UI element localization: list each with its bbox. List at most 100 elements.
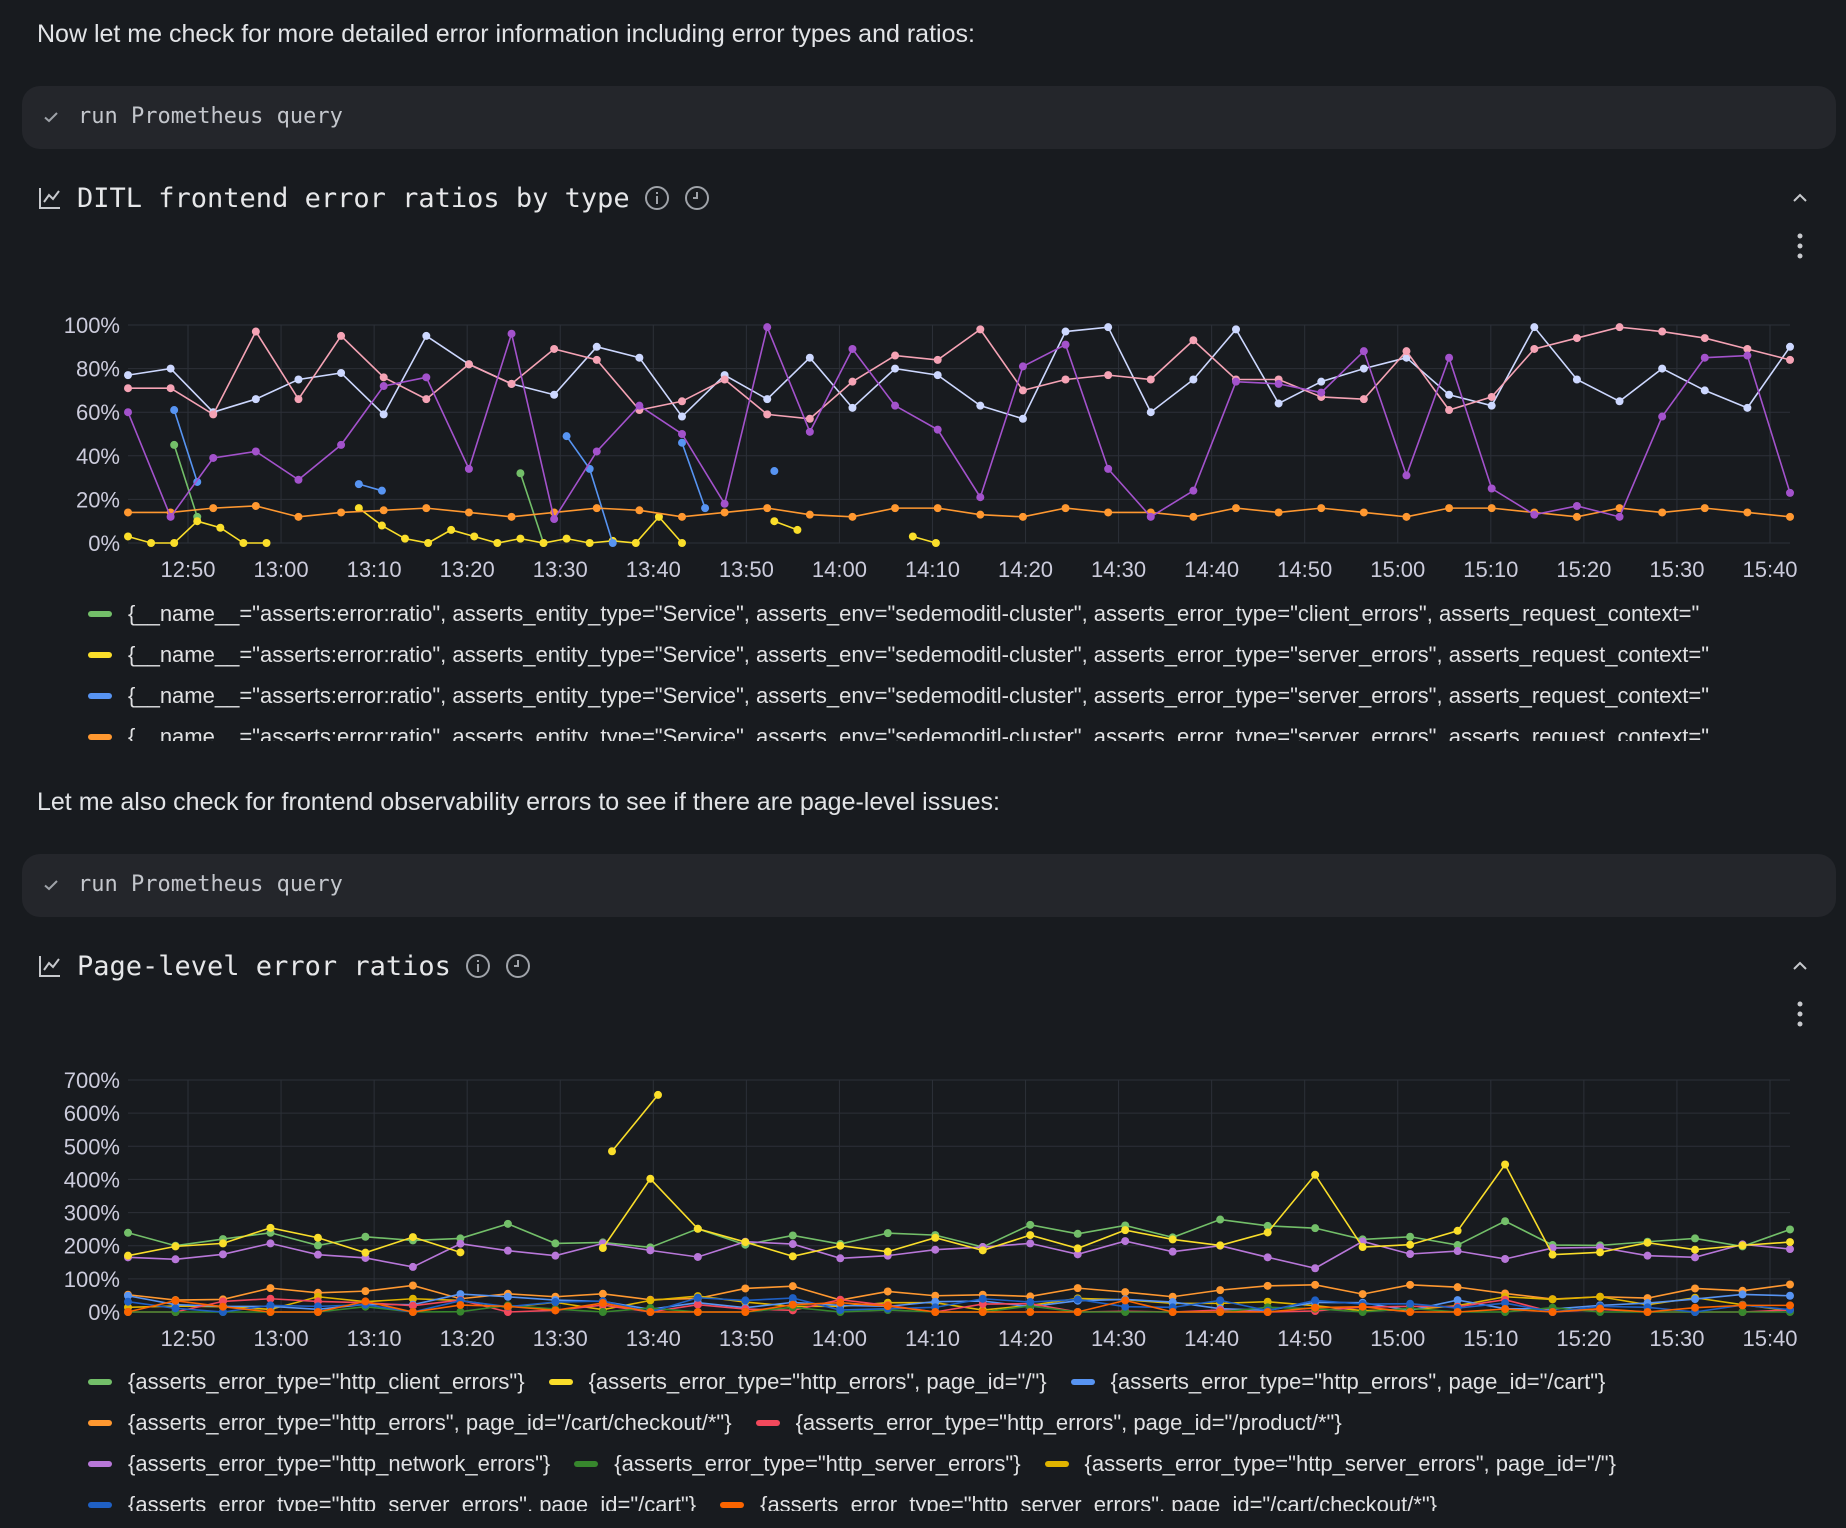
series-3-point [1700, 504, 1709, 513]
extra-series-2-point [592, 447, 601, 456]
page-series-5-point [171, 1255, 180, 1264]
page-series-9-point [361, 1297, 370, 1306]
extra-series-1-point [294, 395, 303, 404]
extra-series-0-point [124, 371, 132, 380]
page-series-5-point [1121, 1237, 1130, 1246]
x-tick-label: 15:40 [1742, 557, 1797, 582]
spike-series-point [654, 1090, 662, 1099]
tool-call-1[interactable]: run Prometheus query [22, 86, 1836, 149]
legend-item[interactable]: {asserts_error_type="http_errors", page_… [88, 1410, 732, 1436]
chevron-up-icon[interactable] [1790, 188, 1810, 208]
page-series-9-point [741, 1308, 750, 1316]
series-3-point [1018, 512, 1027, 521]
extra-series-2-point [678, 430, 686, 438]
page-series-1-point [1786, 1238, 1794, 1247]
extra-series-2-point [1743, 351, 1752, 360]
extra-series-2-point [1402, 471, 1411, 480]
page-series-5-point [503, 1246, 512, 1255]
chevron-up-icon[interactable] [1790, 956, 1810, 976]
extra-series-0-point [1743, 403, 1752, 412]
legend-item[interactable]: {__name__="asserts:error:ratio", asserts… [88, 634, 1808, 675]
extra-series-2-point [976, 493, 985, 502]
info-icon[interactable] [644, 185, 670, 211]
page-series-1-point [1168, 1235, 1177, 1244]
legend-item[interactable]: {__name__="asserts:error:ratio", asserts… [88, 675, 1808, 716]
legend-item[interactable]: {__name__="asserts:error:ratio", asserts… [88, 716, 1808, 741]
legend-item[interactable]: {asserts_error_type="http_server_errors"… [574, 1451, 1021, 1477]
series-0-point [170, 440, 179, 449]
page-series-8-point [741, 1296, 750, 1305]
legend-item[interactable]: {asserts_error_type="http_errors", page_… [755, 1410, 1342, 1436]
legend-item[interactable]: {asserts_error_type="http_server_errors"… [1044, 1451, 1616, 1477]
extra-series-1-point [1018, 386, 1027, 395]
clock-icon[interactable] [684, 185, 710, 211]
page-series-9-point [1548, 1308, 1557, 1316]
extra-series-2-point [933, 425, 942, 434]
page-series-3-point [1216, 1286, 1225, 1295]
page-series-5-point [1453, 1247, 1462, 1256]
series-3-point [422, 504, 431, 513]
legend-label: {asserts_error_type="http_server_errors"… [760, 1491, 1438, 1512]
legend-item[interactable]: {asserts_error_type="http_errors", page_… [548, 1369, 1047, 1395]
extra-series-1-point [1615, 323, 1624, 332]
page-series-3-point [1263, 1281, 1272, 1290]
extra-series-2-point [464, 464, 473, 473]
page-series-2-point [1786, 1291, 1794, 1300]
series-3-point [720, 508, 729, 517]
series-3-point [379, 506, 388, 515]
page-series-1-point [313, 1233, 322, 1242]
page-series-3-point [1311, 1280, 1320, 1289]
page-series-9-point [1453, 1308, 1462, 1316]
extra-series-1-point [592, 355, 601, 364]
legend-item[interactable]: {asserts_error_type="http_server_errors"… [88, 1492, 696, 1511]
extra-series-2-point [1146, 512, 1155, 521]
clock-icon[interactable] [505, 953, 531, 979]
extra-series-1-point [763, 410, 772, 419]
page-series-5-point [693, 1252, 702, 1261]
more-menu-icon[interactable] [1794, 1000, 1806, 1028]
page-series-8-point [1026, 1298, 1035, 1307]
line-chart-icon [39, 188, 60, 209]
page-series-0-point [1073, 1229, 1082, 1238]
page-series-5-point [1311, 1264, 1320, 1273]
more-menu-icon[interactable] [1794, 232, 1806, 260]
extra-series-0-point [550, 390, 559, 399]
y-tick-label: 600% [64, 1101, 120, 1126]
page-series-1-point [1311, 1170, 1320, 1179]
series-3-point [1359, 508, 1368, 517]
tool-call-2[interactable]: run Prometheus query [22, 854, 1836, 917]
page-series-2-point [503, 1292, 512, 1301]
extra-series-1-point [1146, 375, 1155, 384]
extra-series-1-point [1402, 347, 1411, 356]
page-series-0-point [1406, 1232, 1415, 1241]
info-icon[interactable] [465, 953, 491, 979]
series-color-swatch [1044, 1460, 1069, 1467]
legend-item[interactable]: {asserts_error_type="http_network_errors… [88, 1451, 550, 1477]
extra-series-1-point [464, 360, 473, 369]
page-series-8-point [551, 1298, 560, 1307]
error-ratio-chart[interactable]: 0% 20% 40% 60% 80% 100% 12:50 13:00 13:10 13:20 13… [0, 300, 1846, 590]
extra-series-2-point [1359, 347, 1368, 356]
page-series-5-point [1501, 1254, 1510, 1263]
series-1-point [170, 539, 179, 547]
page-series-5-point [456, 1239, 465, 1248]
page-series-1-point [978, 1246, 987, 1255]
x-tick-label: 15:10 [1463, 557, 1518, 582]
series-1-point [793, 525, 802, 534]
legend-label: {__name__="asserts:error:ratio", asserts… [128, 682, 1710, 708]
page-series-7-point [1548, 1295, 1557, 1304]
legend-label: {__name__="asserts:error:ratio", asserts… [128, 600, 1700, 626]
page-series-5-point [1643, 1251, 1652, 1260]
x-tick-label: 15:10 [1463, 1326, 1518, 1350]
extra-series-2-point [635, 401, 644, 410]
legend-label: {asserts_error_type="http_errors", page_… [128, 1409, 732, 1435]
legend-item[interactable]: {asserts_error_type="http_server_errors"… [720, 1491, 1438, 1512]
series-1-point [147, 539, 156, 547]
page-error-ratio-chart[interactable]: 0% 100% 200% 300% 400% 500% 600% 700% 12:50 13:00… [0, 1060, 1846, 1350]
series-3-point [294, 512, 303, 521]
legend-item[interactable]: {asserts_error_type="http_client_errors"… [88, 1369, 525, 1395]
legend-item[interactable]: {asserts_error_type="http_errors", page_… [1070, 1369, 1605, 1395]
page-series-1-point [266, 1223, 275, 1232]
legend-item[interactable]: {__name__="asserts:error:ratio", asserts… [88, 593, 1808, 634]
extra-series-2-point [209, 453, 218, 462]
